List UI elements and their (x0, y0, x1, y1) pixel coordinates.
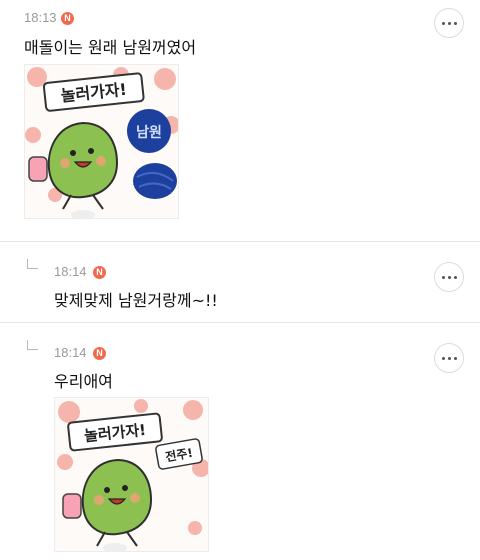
more-options-button[interactable] (434, 262, 464, 292)
comment-time: 18:13 (24, 10, 57, 25)
reply-arrow-icon (27, 259, 38, 269)
sticker-image[interactable]: 놀러가자! 남원 (24, 64, 179, 219)
more-options-button[interactable] (434, 343, 464, 373)
reply-arrow-icon (27, 340, 38, 350)
comment-time: 18:14 (54, 264, 87, 279)
comment-text: 우리애여 (54, 372, 113, 391)
comment-text: 매돌이는 원래 남원꺼였어 (24, 38, 197, 57)
sticker-image[interactable]: 놀러가자! 전주! (54, 397, 209, 552)
comment-divider (0, 322, 480, 323)
sticker-tag-text: 남원 (136, 124, 162, 141)
more-options-button[interactable] (434, 8, 464, 38)
comment-divider (0, 241, 480, 242)
new-badge-icon: N (61, 12, 74, 25)
new-badge-icon: N (93, 347, 106, 360)
comment-text: 맞제맞제 남원거랑께~!! (54, 291, 218, 310)
comment-time: 18:14 (54, 345, 87, 360)
new-badge-icon: N (93, 266, 106, 279)
